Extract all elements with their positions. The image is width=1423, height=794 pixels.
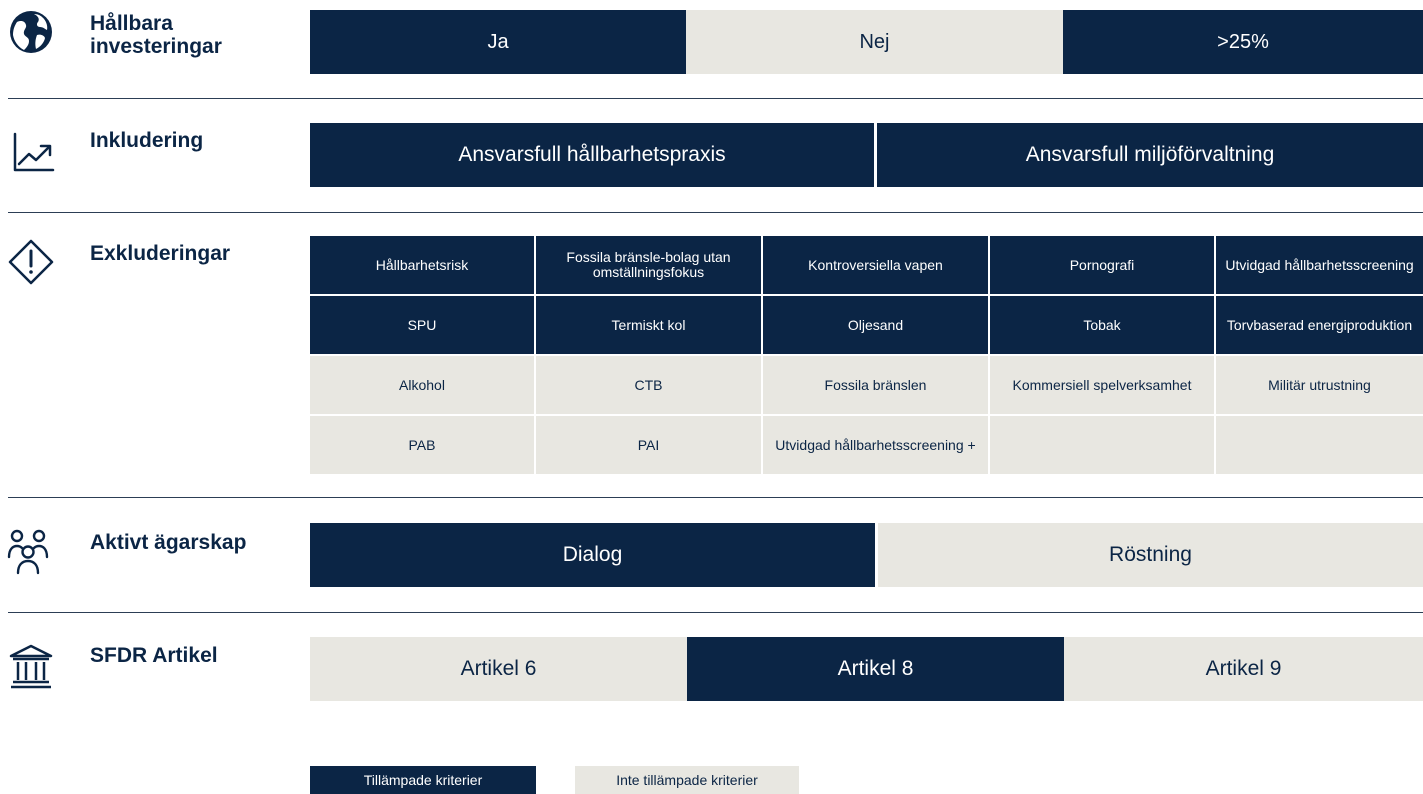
exclusion-cell — [990, 416, 1214, 474]
globe-icon — [7, 8, 55, 56]
exclusion-cell: SPU — [310, 296, 534, 354]
exclusion-cell: Kommersiell spelverksamhet — [990, 356, 1214, 414]
row-sustainable-investments: Hållbara investeringar Ja Nej >25% — [0, 0, 1423, 98]
sfdr-options: Artikel 6 Artikel 8 Artikel 9 — [310, 637, 1423, 701]
exclusion-cell: Alkohol — [310, 356, 534, 414]
option-over-25-percent: >25% — [1063, 10, 1423, 74]
option-ja: Ja — [310, 10, 686, 74]
people-group-icon — [5, 527, 53, 575]
option-article-9: Artikel 9 — [1064, 637, 1423, 701]
section-label-sustainable: Hållbara investeringar — [90, 12, 222, 58]
legend-applied: Tillämpade kriterier — [310, 766, 536, 794]
row-inclusion: Inkludering Ansvarsfull hållbarhetspraxi… — [0, 99, 1423, 212]
exclusion-cell: Fossila bränslen — [763, 356, 988, 414]
exclusion-cell: Termiskt kol — [536, 296, 761, 354]
exclusions-grid: Hållbarhetsrisk Fossila bränsle-bolag uta… — [310, 236, 1423, 474]
option-voting: Röstning — [878, 523, 1423, 587]
option-article-6: Artikel 6 — [310, 637, 687, 701]
option-responsible-environmental-stewardship: Ansvarsfull miljöförvaltning — [877, 123, 1423, 187]
exclusion-cell: Torvbaserad energiproduktion — [1216, 296, 1423, 354]
row-sfdr: SFDR Artikel Artikel 6 Artikel 8 Artikel… — [0, 613, 1423, 733]
exclusion-cell — [1216, 416, 1423, 474]
option-article-8: Artikel 8 — [687, 637, 1064, 701]
ownership-options: Dialog Röstning — [310, 523, 1423, 587]
exclusion-cell: Militär utrustning — [1216, 356, 1423, 414]
exclusion-cell: Kontroversiella vapen — [763, 236, 988, 294]
exclusion-cell: PAB — [310, 416, 534, 474]
bank-building-icon — [7, 642, 55, 690]
exclusion-cell: Tobak — [990, 296, 1214, 354]
option-dialog: Dialog — [310, 523, 875, 587]
sustainable-options: Ja Nej >25% — [310, 10, 1423, 74]
section-label-ownership: Aktivt ägarskap — [90, 531, 247, 554]
warning-diamond-icon — [7, 238, 55, 286]
section-label-exclusions: Exkluderingar — [90, 242, 231, 265]
option-nej: Nej — [686, 10, 1063, 74]
inclusion-options: Ansvarsfull hållbarhetspraxis Ansvarsful… — [310, 123, 1423, 187]
option-responsible-sustainability-practice: Ansvarsfull hållbarhetspraxis — [310, 123, 874, 187]
exclusion-cell: Hållbarhetsrisk — [310, 236, 534, 294]
exclusion-cell: Fossila bränsle-bolag utan omställningsf… — [536, 236, 761, 294]
exclusion-cell: Pornografi — [990, 236, 1214, 294]
exclusion-cell: CTB — [536, 356, 761, 414]
legend-not-applied: Inte tillämpade kriterier — [575, 766, 799, 794]
section-label-inclusion: Inkludering — [90, 129, 204, 152]
exclusion-cell: Oljesand — [763, 296, 988, 354]
row-active-ownership: Aktivt ägarskap Dialog Röstning — [0, 498, 1423, 612]
exclusion-cell: Utvidgad hållbarhetsscreening + — [763, 416, 988, 474]
trend-up-icon — [7, 128, 55, 176]
exclusion-cell: Utvidgad hållbarhetsscreening — [1216, 236, 1423, 294]
exclusion-cell: PAI — [536, 416, 761, 474]
section-label-sfdr: SFDR Artikel — [90, 644, 218, 667]
